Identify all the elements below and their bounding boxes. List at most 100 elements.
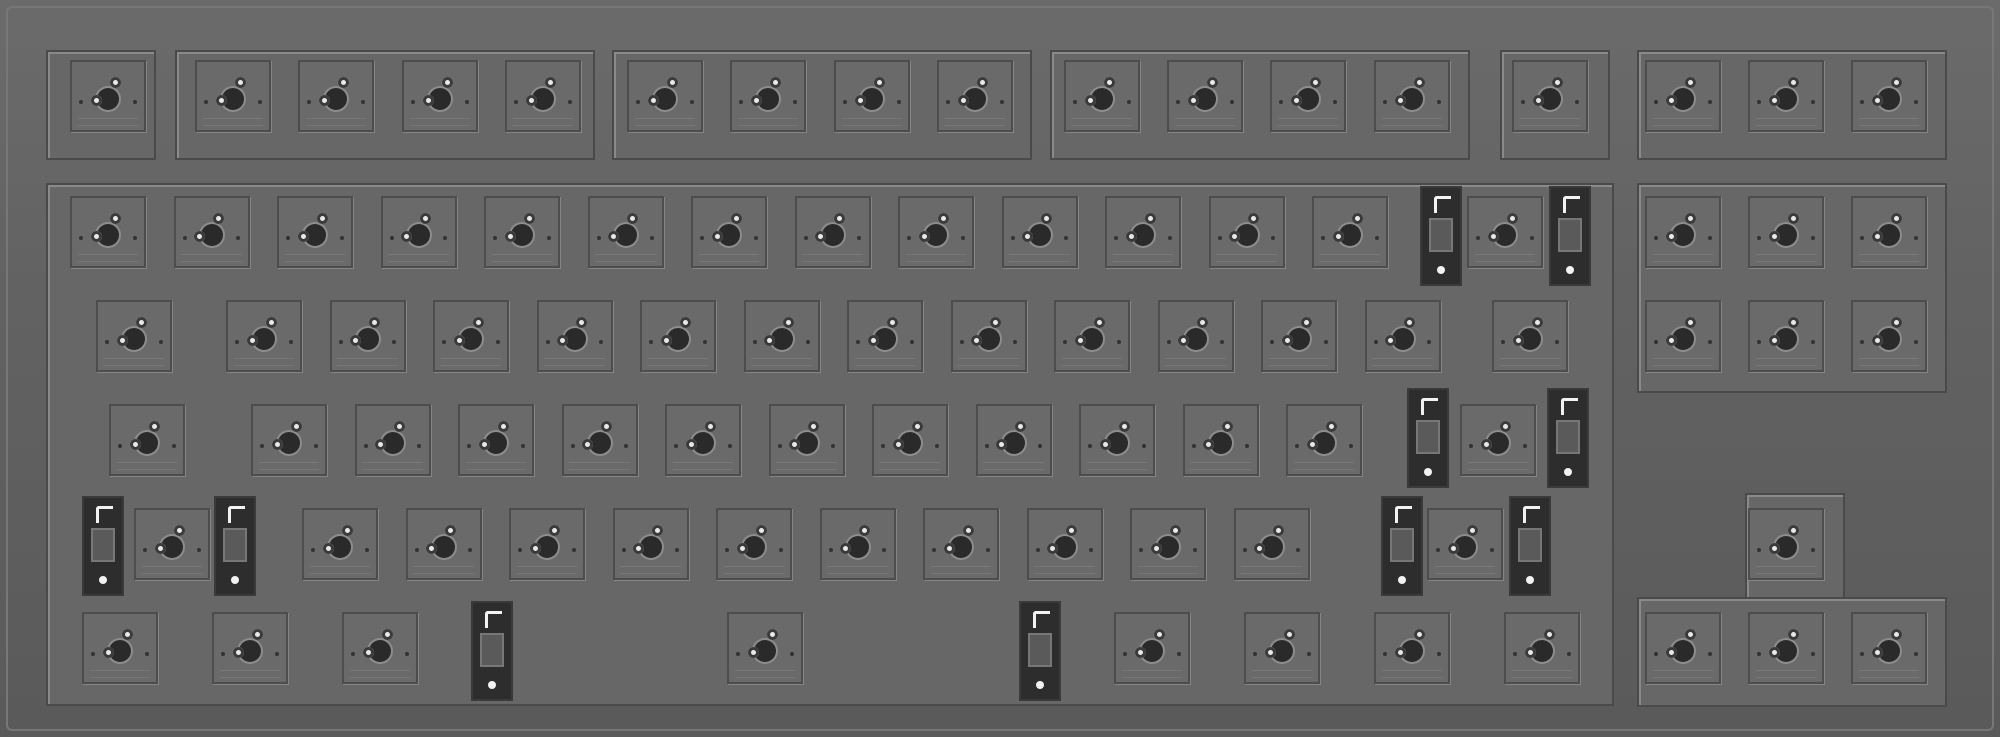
socket-detail bbox=[1652, 118, 1714, 127]
socket-pin-icon bbox=[1890, 213, 1902, 225]
socket-pin-icon bbox=[1153, 629, 1165, 641]
socket-detail bbox=[1521, 100, 1526, 105]
socket-detail bbox=[1707, 652, 1712, 657]
socket-detail bbox=[1010, 236, 1015, 241]
socket-detail bbox=[103, 358, 165, 367]
hotswap-socket bbox=[1460, 404, 1536, 476]
socket-detail bbox=[1270, 340, 1275, 345]
socket-pin-icon bbox=[1264, 646, 1276, 658]
hotswap-socket bbox=[1748, 196, 1824, 268]
socket-detail bbox=[202, 118, 264, 127]
hotswap-socket bbox=[1130, 508, 1206, 580]
stabilizer-mount bbox=[84, 498, 122, 594]
socket-pin-icon bbox=[1125, 230, 1137, 242]
socket-pin-icon bbox=[1022, 230, 1034, 242]
socket-detail bbox=[827, 566, 888, 575]
socket-detail bbox=[257, 100, 262, 105]
socket-pin-icon bbox=[265, 317, 277, 329]
socket-detail bbox=[647, 358, 709, 367]
socket-detail bbox=[636, 100, 641, 105]
socket-detail bbox=[404, 652, 409, 657]
socket-detail bbox=[89, 670, 151, 679]
socket-detail bbox=[1038, 444, 1043, 449]
socket-detail bbox=[288, 340, 293, 345]
socket-pin-icon bbox=[1118, 421, 1130, 433]
socket-detail bbox=[725, 548, 730, 553]
stabilizer-body bbox=[223, 528, 247, 562]
socket-detail bbox=[1306, 652, 1311, 657]
hotswap-socket bbox=[82, 612, 158, 684]
socket-detail bbox=[219, 670, 281, 679]
hotswap-socket bbox=[1064, 60, 1140, 132]
socket-pin-icon bbox=[1222, 421, 1234, 433]
hotswap-socket bbox=[1026, 508, 1103, 580]
stabilizer-pin bbox=[1036, 681, 1044, 689]
socket-pin-icon bbox=[918, 230, 930, 242]
socket-detail bbox=[1810, 340, 1815, 345]
socket-detail bbox=[737, 118, 799, 127]
hotswap-socket bbox=[1312, 196, 1388, 268]
socket-detail bbox=[1554, 340, 1559, 345]
socket-pin-icon bbox=[943, 542, 955, 554]
socket-detail bbox=[944, 118, 1006, 127]
socket-pin-icon bbox=[322, 542, 334, 554]
hotswap-socket bbox=[354, 404, 431, 476]
socket-pin-icon bbox=[1351, 213, 1363, 225]
socket-pin-icon bbox=[1041, 213, 1053, 225]
socket-detail bbox=[881, 444, 886, 449]
hotswap-socket bbox=[380, 196, 457, 268]
socket-pin-icon bbox=[215, 94, 227, 106]
hotswap-socket bbox=[1233, 508, 1310, 580]
socket-detail bbox=[411, 100, 416, 105]
socket-detail bbox=[1755, 670, 1817, 679]
socket-detail bbox=[802, 254, 863, 263]
socket-pin-icon bbox=[911, 421, 923, 433]
socket-detail bbox=[1348, 444, 1353, 449]
socket-pin-icon bbox=[557, 334, 569, 346]
stabilizer-clip bbox=[1395, 506, 1412, 523]
stabilizer-clip bbox=[228, 506, 245, 523]
socket-detail bbox=[777, 444, 782, 449]
socket-pin-icon bbox=[1178, 334, 1190, 346]
socket-pin-icon bbox=[937, 213, 949, 225]
socket-pin-icon bbox=[375, 438, 387, 450]
socket-detail bbox=[1383, 100, 1388, 105]
socket-pin-icon bbox=[1871, 94, 1883, 106]
hotswap-socket bbox=[1114, 612, 1190, 684]
hotswap-socket bbox=[1851, 300, 1927, 372]
hotswap-socket bbox=[1244, 612, 1320, 684]
socket-detail bbox=[946, 100, 951, 105]
hotswap-socket bbox=[298, 60, 374, 132]
socket-detail bbox=[1190, 462, 1251, 471]
socket-detail bbox=[1191, 444, 1196, 449]
hotswap-socket bbox=[923, 508, 999, 580]
stabilizer-body bbox=[1028, 633, 1052, 667]
socket-detail bbox=[1501, 340, 1506, 345]
socket-detail bbox=[1755, 118, 1817, 127]
socket-detail bbox=[1574, 100, 1579, 105]
socket-detail bbox=[1858, 358, 1920, 367]
socket-pin-icon bbox=[1281, 334, 1293, 346]
socket-pin-icon bbox=[271, 438, 283, 450]
hotswap-socket bbox=[302, 508, 378, 580]
socket-detail bbox=[1810, 100, 1815, 105]
socket-pin-icon bbox=[1300, 317, 1312, 329]
socket-pin-icon bbox=[1254, 542, 1266, 554]
socket-pin-icon bbox=[426, 542, 438, 554]
hotswap-socket bbox=[405, 508, 482, 580]
stabilizer-mount bbox=[1511, 498, 1549, 594]
socket-detail bbox=[233, 358, 295, 367]
socket-detail bbox=[736, 652, 741, 657]
socket-detail bbox=[414, 548, 419, 553]
socket-pin-icon bbox=[764, 334, 776, 346]
socket-detail bbox=[417, 444, 422, 449]
hotswap-socket bbox=[1270, 60, 1346, 132]
socket-detail bbox=[467, 444, 472, 449]
hotswap-socket bbox=[691, 196, 767, 268]
hotswap-socket bbox=[1645, 300, 1721, 372]
socket-detail bbox=[689, 100, 694, 105]
socket-detail bbox=[1654, 652, 1659, 657]
socket-pin-icon bbox=[892, 438, 904, 450]
socket-detail bbox=[1755, 254, 1817, 263]
socket-pin-icon bbox=[297, 230, 309, 242]
